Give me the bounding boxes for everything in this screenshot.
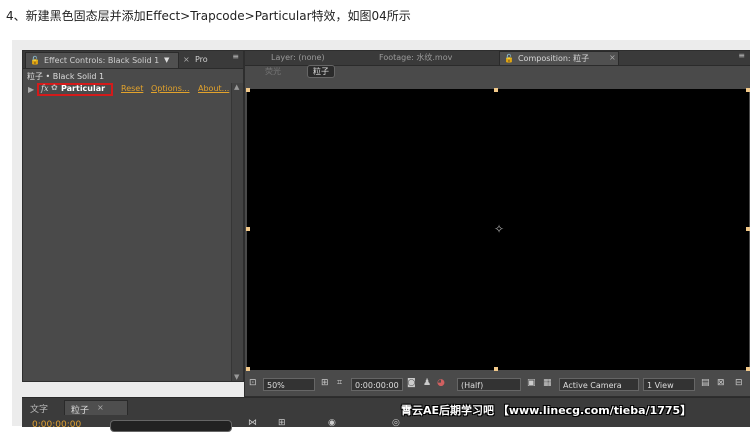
effect-controls-panel: 🔓 Effect Controls: Black Solid 1 ▼ × Pro… <box>22 50 244 382</box>
tab-composition-label: Composition: 粒子 <box>517 54 590 63</box>
caption: 4、新建黑色固态层并添加Effect>Trapcode>Particular特效… <box>6 9 411 23</box>
reset-link[interactable]: Reset <box>121 84 143 93</box>
tab-project[interactable]: Pro <box>195 52 208 67</box>
lock-icon[interactable]: 🔓 <box>30 53 40 68</box>
effect-controls-scrollbar[interactable]: ▲ ▼ <box>231 83 243 381</box>
scroll-up-icon[interactable]: ▲ <box>234 83 239 91</box>
close-icon[interactable]: × <box>609 51 616 65</box>
motion-blur-icon[interactable]: ◉ <box>328 418 336 428</box>
channel-icon[interactable]: ◕ <box>437 378 445 388</box>
draft-3d-icon[interactable]: ⊞ <box>278 418 286 428</box>
camera-snapshot-icon[interactable]: ◙ <box>407 378 416 388</box>
fx-icon[interactable]: fx <box>41 84 48 93</box>
layer-handle[interactable] <box>246 88 250 92</box>
viewer-tabbar: Layer: (none) Footage: 水纹.mov 🔓 Compositi… <box>245 51 750 66</box>
effect-controls-tabbar: 🔓 Effect Controls: Black Solid 1 ▼ × Pro… <box>23 51 243 69</box>
plugin-gear-icon: ✿ <box>51 83 58 92</box>
composition-mini-flowchart-icon[interactable]: ⋈ <box>248 418 257 428</box>
layer-handle[interactable] <box>246 227 250 231</box>
tab-layer[interactable]: Layer: (none) <box>271 51 325 65</box>
layer-handle[interactable] <box>494 88 498 92</box>
expand-triangle-icon[interactable]: ▶ <box>28 85 34 94</box>
fast-preview-icon[interactable]: ⊠ <box>717 378 725 388</box>
effect-name: Particular <box>61 84 106 93</box>
layer-handle[interactable] <box>494 367 498 371</box>
panel-menu-icon[interactable]: ≡ <box>232 52 239 61</box>
layer-handle[interactable] <box>746 88 750 92</box>
toggle-pixel-icon[interactable]: ▤ <box>701 378 710 388</box>
tab-timeline-comp-label: 粒子 <box>71 406 90 416</box>
transparency-grid-icon[interactable]: ▦ <box>543 378 552 388</box>
views-select[interactable]: 1 View <box>643 378 695 391</box>
show-snapshot-icon[interactable]: ♟ <box>423 378 431 388</box>
timeline-search-input[interactable] <box>110 420 232 432</box>
region-of-interest-icon[interactable]: ▣ <box>527 378 536 388</box>
composition-panel: Layer: (none) Footage: 水纹.mov 🔓 Compositi… <box>244 50 750 397</box>
tab-effect-controls[interactable]: 🔓 Effect Controls: Black Solid 1 ▼ <box>25 52 179 68</box>
timeline-icon[interactable]: ⊟ <box>735 378 743 388</box>
tab-timeline-text[interactable]: 文字 <box>30 402 48 415</box>
scroll-down-icon[interactable]: ▼ <box>234 373 239 381</box>
composition-viewer[interactable]: ✧ <box>246 88 750 371</box>
layer-handle[interactable] <box>746 227 750 231</box>
anchor-point-icon[interactable]: ✧ <box>494 222 504 236</box>
layer-handle[interactable] <box>246 367 250 371</box>
breadcrumb-item[interactable]: 荧光 <box>265 66 281 77</box>
chevron-down-icon[interactable]: ▼ <box>164 53 169 68</box>
layer-handle[interactable] <box>746 367 750 371</box>
mask-icon[interactable]: ⌗ <box>337 378 342 388</box>
effect-controls-subtitle: 粒子 • Black Solid 1 <box>27 72 105 81</box>
timeline-timecode[interactable]: 0:00:00:00 <box>32 420 81 430</box>
options-link[interactable]: Options... <box>151 84 190 93</box>
timecode-field[interactable]: 0:00:00:00 <box>351 378 403 391</box>
viewer-toolbar: ⊡ 50% ⊞ ⌗ 0:00:00:00 ◙ ♟ ◕ (Half) ▣ ▦ Ac… <box>245 377 750 394</box>
panel-menu-icon[interactable]: ≡ <box>738 51 745 60</box>
resolution-select[interactable]: (Half) <box>457 378 521 391</box>
grid-icon[interactable]: ⊞ <box>321 378 329 388</box>
lock-icon[interactable]: 🔓 <box>504 54 514 63</box>
camera-select[interactable]: Active Camera <box>559 378 639 391</box>
about-link[interactable]: About... <box>198 84 229 93</box>
always-preview-icon[interactable]: ⊡ <box>249 378 257 388</box>
close-icon[interactable]: × <box>97 403 104 412</box>
tab-effect-controls-label: Effect Controls: Black Solid 1 <box>44 56 160 65</box>
breadcrumb-item-active[interactable]: 粒子 <box>307 65 335 78</box>
zoom-select[interactable]: 50% <box>263 378 315 391</box>
tab-footage[interactable]: Footage: 水纹.mov <box>379 51 452 65</box>
tab-timeline-comp[interactable]: 粒子 × <box>64 400 128 416</box>
effect-row-particular[interactable]: ▶ fx ✿ Particular Reset Options... About… <box>23 83 233 97</box>
tab-composition[interactable]: 🔓 Composition: 粒子 <box>499 51 619 65</box>
watermark: 霄云AE后期学习吧 【www.linecg.com/tieba/1775】 <box>401 404 692 417</box>
close-icon[interactable]: × <box>183 52 190 67</box>
graph-editor-icon[interactable]: ◎ <box>392 418 400 428</box>
